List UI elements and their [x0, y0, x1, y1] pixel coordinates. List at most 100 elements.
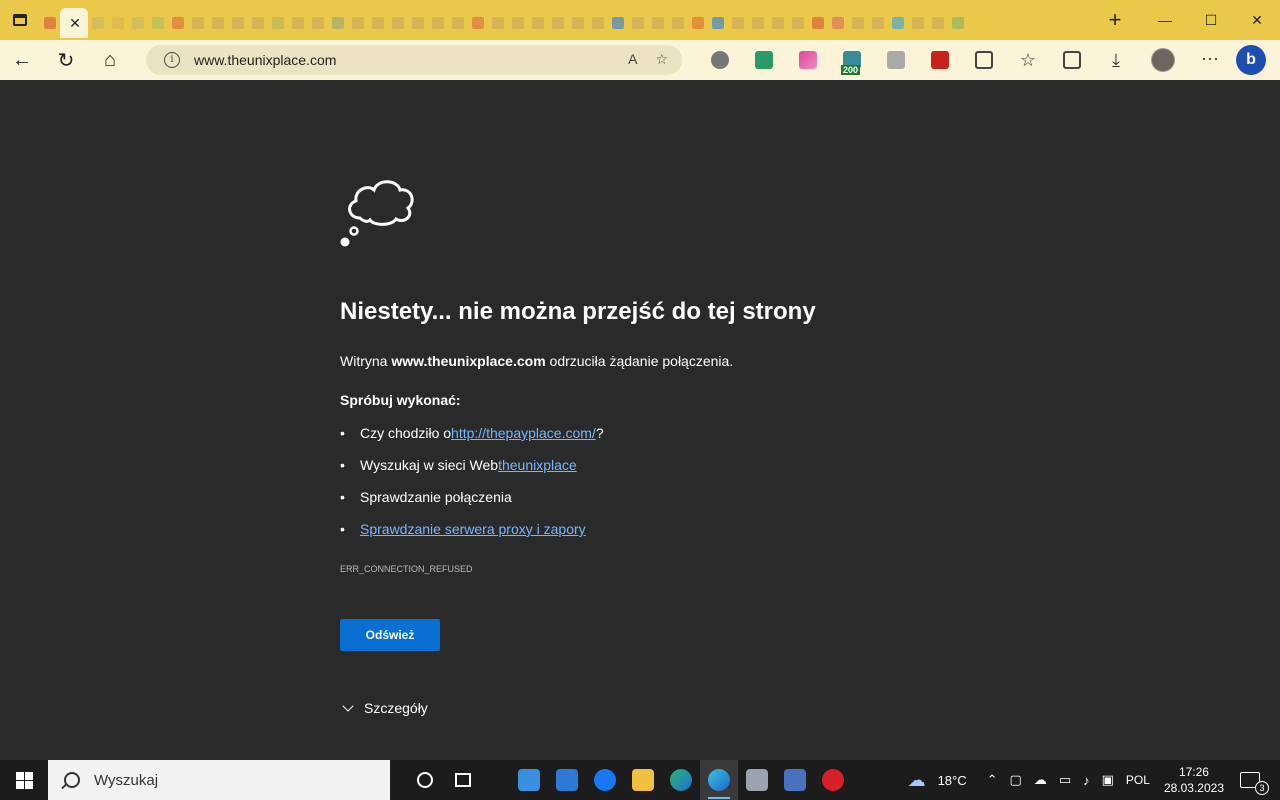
favorites-icon[interactable]: ☆: [1019, 51, 1037, 69]
address-url[interactable]: www.theunixplace.com: [194, 52, 336, 68]
store-app[interactable]: [510, 760, 548, 800]
tab[interactable]: [348, 8, 368, 38]
clock[interactable]: 17:26 28.03.2023: [1164, 764, 1224, 796]
add-favorite-icon[interactable]: ☆: [655, 51, 668, 68]
taskbar-search[interactable]: Wyszukaj: [48, 760, 390, 800]
tab[interactable]: [808, 8, 828, 38]
facebook-app[interactable]: [586, 760, 624, 800]
refresh-button[interactable]: Odśwież: [340, 619, 440, 651]
tab[interactable]: [868, 8, 888, 38]
extension-code-icon[interactable]: [755, 51, 773, 69]
volume-icon[interactable]: ♪: [1083, 773, 1090, 788]
tab[interactable]: [948, 8, 968, 38]
back-button[interactable]: ←: [0, 40, 44, 80]
notification-center-icon[interactable]: 3: [1240, 772, 1269, 795]
cortana-button[interactable]: [406, 760, 444, 800]
tab[interactable]: [428, 8, 448, 38]
weather-icon[interactable]: ☁: [908, 770, 926, 791]
tab[interactable]: [188, 8, 208, 38]
tab[interactable]: [248, 8, 268, 38]
more-options-icon[interactable]: ···: [1201, 49, 1219, 69]
tab[interactable]: [748, 8, 768, 38]
tab[interactable]: [708, 8, 728, 38]
network-icon[interactable]: ▣: [1102, 772, 1114, 788]
tab[interactable]: [788, 8, 808, 38]
tab[interactable]: [448, 8, 468, 38]
battery-icon[interactable]: ▭: [1059, 772, 1071, 788]
tab[interactable]: [388, 8, 408, 38]
red-app[interactable]: [814, 760, 852, 800]
extension-pdf-icon[interactable]: [931, 51, 949, 69]
tab[interactable]: [40, 8, 60, 38]
tab[interactable]: [888, 8, 908, 38]
start-button[interactable]: [0, 760, 48, 800]
chevron-up-icon[interactable]: ⌃: [987, 772, 998, 788]
tab[interactable]: [528, 8, 548, 38]
edge-beta-app[interactable]: [662, 760, 700, 800]
downloads-icon[interactable]: ⤓: [1107, 51, 1125, 69]
tab[interactable]: [328, 8, 348, 38]
reload-button[interactable]: ↻: [44, 40, 88, 80]
app-window[interactable]: [738, 760, 776, 800]
new-tab-button[interactable]: +: [1100, 0, 1130, 40]
tab[interactable]: [228, 8, 248, 38]
extension-gear-icon[interactable]: [711, 51, 729, 69]
home-button[interactable]: ⌂: [88, 40, 132, 80]
tab[interactable]: [288, 8, 308, 38]
tab[interactable]: [148, 8, 168, 38]
close-window-button[interactable]: ✕: [1234, 0, 1280, 40]
tab[interactable]: [728, 8, 748, 38]
extension-200-icon[interactable]: 200: [841, 51, 861, 75]
suggestion-link-thepayplace[interactable]: http://thepayplace.com/: [451, 425, 596, 441]
tab[interactable]: [688, 8, 708, 38]
suggestion-link-search[interactable]: theunixplace: [498, 457, 577, 473]
network-app[interactable]: [776, 760, 814, 800]
tab[interactable]: [568, 8, 588, 38]
tab[interactable]: [468, 8, 488, 38]
details-toggle[interactable]: Szczegóły: [342, 699, 428, 716]
tab[interactable]: [768, 8, 788, 38]
tab[interactable]: [608, 8, 628, 38]
site-info-icon[interactable]: i: [164, 52, 180, 68]
tab[interactable]: [508, 8, 528, 38]
tab[interactable]: [108, 8, 128, 38]
tab[interactable]: [848, 8, 868, 38]
extension-pink-icon[interactable]: [799, 51, 817, 69]
profile-avatar[interactable]: [1151, 48, 1175, 72]
minimize-button[interactable]: —: [1142, 0, 1188, 40]
tab[interactable]: [828, 8, 848, 38]
tab[interactable]: [908, 8, 928, 38]
extensions-puzzle-icon[interactable]: [975, 51, 993, 69]
tab[interactable]: [488, 8, 508, 38]
close-tab-icon[interactable]: ✕: [69, 15, 81, 32]
tab[interactable]: [208, 8, 228, 38]
task-view-button[interactable]: [444, 760, 482, 800]
tab[interactable]: [268, 8, 288, 38]
tab[interactable]: [368, 8, 388, 38]
tab[interactable]: [128, 8, 148, 38]
temperature[interactable]: 18°C: [938, 773, 967, 788]
collections-icon[interactable]: [1063, 51, 1081, 69]
explorer-app[interactable]: [624, 760, 662, 800]
tab[interactable]: [648, 8, 668, 38]
onedrive-icon[interactable]: ☁: [1034, 772, 1047, 788]
tab[interactable]: [668, 8, 688, 38]
suggestion-link-proxy[interactable]: Sprawdzanie serwera proxy i zapory: [360, 521, 586, 537]
tab-active[interactable]: ✕: [60, 8, 88, 38]
language-indicator[interactable]: POL: [1126, 773, 1150, 787]
tab-actions-button[interactable]: [0, 0, 40, 40]
extension-cube-icon[interactable]: [887, 51, 905, 69]
meet-icon[interactable]: ▢: [1010, 772, 1022, 788]
tab[interactable]: [408, 8, 428, 38]
maximize-button[interactable]: ☐: [1188, 0, 1234, 40]
tab[interactable]: [628, 8, 648, 38]
tab[interactable]: [168, 8, 188, 38]
tab[interactable]: [928, 8, 948, 38]
bing-button[interactable]: b: [1236, 45, 1266, 75]
tab[interactable]: [88, 8, 108, 38]
edge-app[interactable]: [700, 760, 738, 800]
read-aloud-icon[interactable]: A: [628, 51, 637, 68]
tab[interactable]: [308, 8, 328, 38]
tab[interactable]: [548, 8, 568, 38]
mail-app[interactable]: [548, 760, 586, 800]
